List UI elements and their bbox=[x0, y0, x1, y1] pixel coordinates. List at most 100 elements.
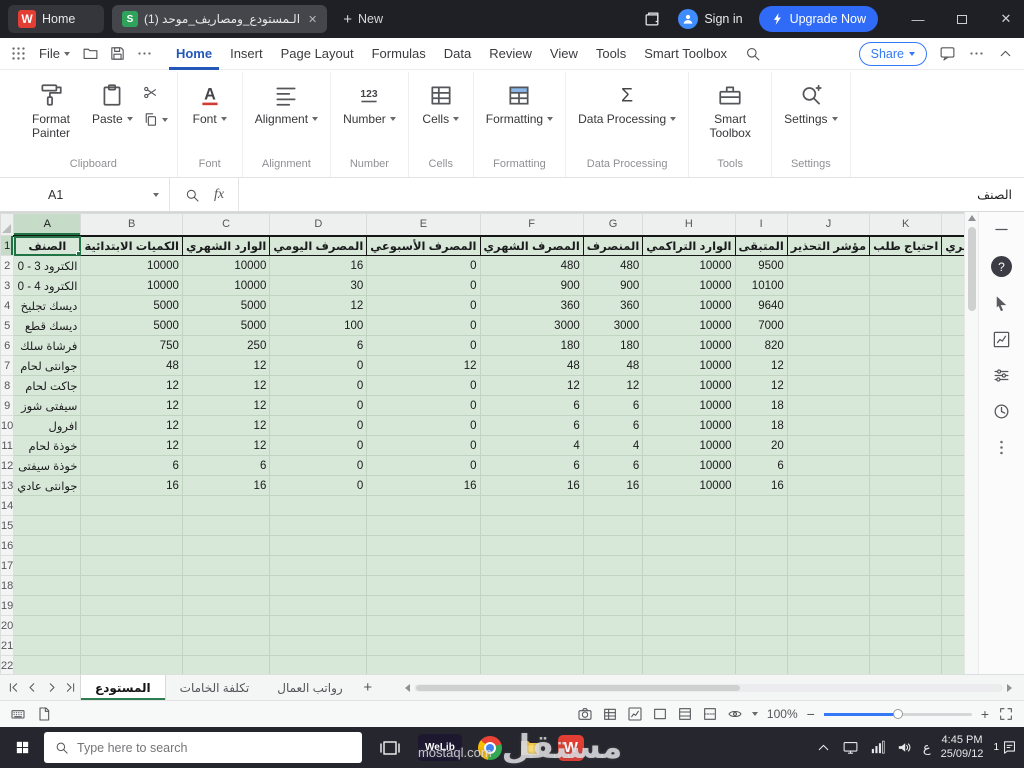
row-header-15[interactable]: 15 bbox=[1, 516, 14, 536]
cell-K12[interactable] bbox=[870, 456, 942, 476]
column-header-H[interactable]: H bbox=[643, 214, 735, 236]
cell-J14[interactable] bbox=[787, 496, 869, 516]
cell-C5[interactable]: 5000 bbox=[182, 316, 269, 336]
cell-E3[interactable]: 0 bbox=[367, 276, 480, 296]
cell-A15[interactable] bbox=[14, 516, 81, 536]
close-window-button[interactable]: ✕ bbox=[988, 0, 1024, 38]
cell-G22[interactable] bbox=[583, 656, 643, 675]
sheet-tab-1[interactable]: المستودع bbox=[80, 675, 166, 700]
row-header-5[interactable]: 5 bbox=[1, 316, 14, 336]
cell-I19[interactable] bbox=[735, 596, 787, 616]
cell-C2[interactable]: 10000 bbox=[182, 256, 269, 276]
cell-E15[interactable] bbox=[367, 516, 480, 536]
table-icon[interactable] bbox=[602, 706, 618, 722]
vertical-scrollbar[interactable] bbox=[964, 212, 978, 674]
menu-smart-toolbox[interactable]: Smart Toolbox bbox=[637, 38, 734, 70]
menu-tools[interactable]: Tools bbox=[589, 38, 633, 70]
cell-L15[interactable] bbox=[942, 516, 964, 536]
cell-E10[interactable]: 0 bbox=[367, 416, 480, 436]
cell-L17[interactable] bbox=[942, 556, 964, 576]
row-header-20[interactable]: 20 bbox=[1, 616, 14, 636]
file-menu[interactable]: File bbox=[37, 46, 72, 61]
row-header-14[interactable]: 14 bbox=[1, 496, 14, 516]
cell-H6[interactable]: 10000 bbox=[643, 336, 735, 356]
cell-K11[interactable] bbox=[870, 436, 942, 456]
cell-I11[interactable]: 20 bbox=[735, 436, 787, 456]
cell-D18[interactable] bbox=[270, 576, 367, 596]
cell-D2[interactable]: 16 bbox=[270, 256, 367, 276]
cell-J11[interactable] bbox=[787, 436, 869, 456]
cell-I15[interactable] bbox=[735, 516, 787, 536]
cell-H4[interactable]: 10000 bbox=[643, 296, 735, 316]
cell-E21[interactable] bbox=[367, 636, 480, 656]
menu-review[interactable]: Review bbox=[482, 38, 539, 70]
collapse-ribbon-icon[interactable] bbox=[997, 45, 1014, 62]
fit-screen-icon[interactable] bbox=[998, 706, 1014, 722]
cell-H21[interactable] bbox=[643, 636, 735, 656]
cell-L16[interactable] bbox=[942, 536, 964, 556]
view-layout-icon[interactable] bbox=[677, 706, 693, 722]
cell-J7[interactable] bbox=[787, 356, 869, 376]
cell-F6[interactable]: 180 bbox=[480, 336, 583, 356]
cell-G3[interactable]: 900 bbox=[583, 276, 643, 296]
scroll-right-icon[interactable] bbox=[1007, 684, 1012, 692]
welib-app-icon[interactable]: WeLib bbox=[418, 734, 462, 761]
display-icon[interactable] bbox=[842, 739, 859, 756]
cell-J22[interactable] bbox=[787, 656, 869, 675]
clock[interactable]: 4:45 PM 25/09/12 bbox=[941, 734, 984, 762]
cell-A19[interactable] bbox=[14, 596, 81, 616]
cell-L4[interactable]: 9640 bbox=[942, 296, 964, 316]
column-header-G[interactable]: G bbox=[583, 214, 643, 236]
view-break-icon[interactable] bbox=[702, 706, 718, 722]
cell-H2[interactable]: 10000 bbox=[643, 256, 735, 276]
cell-A12[interactable]: خوذة سيفتى bbox=[14, 456, 81, 476]
search-input[interactable] bbox=[77, 741, 352, 755]
column-header-K[interactable]: K bbox=[870, 214, 942, 236]
cell-H9[interactable]: 10000 bbox=[643, 396, 735, 416]
cell-J15[interactable] bbox=[787, 516, 869, 536]
cell-F16[interactable] bbox=[480, 536, 583, 556]
cell-L12[interactable]: 6 bbox=[942, 456, 964, 476]
vertical-scroll-thumb[interactable] bbox=[968, 227, 976, 311]
cell-E13[interactable]: 16 bbox=[367, 476, 480, 496]
cell-K9[interactable] bbox=[870, 396, 942, 416]
select-all-button[interactable] bbox=[1, 214, 14, 236]
cell-C13[interactable]: 16 bbox=[182, 476, 269, 496]
cell-F2[interactable]: 480 bbox=[480, 256, 583, 276]
close-document-icon[interactable]: ✕ bbox=[308, 13, 317, 26]
save-icon[interactable] bbox=[109, 45, 126, 62]
zoom-out-button[interactable]: − bbox=[807, 706, 815, 722]
menu-page-layout[interactable]: Page Layout bbox=[274, 38, 361, 70]
cell-G11[interactable]: 4 bbox=[583, 436, 643, 456]
cell-A11[interactable]: خوذة لحام bbox=[14, 436, 81, 456]
cell-I4[interactable]: 9640 bbox=[735, 296, 787, 316]
cell-C11[interactable]: 12 bbox=[182, 436, 269, 456]
cell-D10[interactable]: 0 bbox=[270, 416, 367, 436]
cell-E12[interactable]: 0 bbox=[367, 456, 480, 476]
cell-J9[interactable] bbox=[787, 396, 869, 416]
row-header-16[interactable]: 16 bbox=[1, 536, 14, 556]
taskbar-search[interactable] bbox=[44, 732, 362, 763]
cell-F9[interactable]: 6 bbox=[480, 396, 583, 416]
cell-J12[interactable] bbox=[787, 456, 869, 476]
cell-C4[interactable]: 5000 bbox=[182, 296, 269, 316]
cell-B13[interactable]: 16 bbox=[81, 476, 183, 496]
cell-A22[interactable] bbox=[14, 656, 81, 675]
column-header-D[interactable]: D bbox=[270, 214, 367, 236]
cell-F14[interactable] bbox=[480, 496, 583, 516]
cell-K22[interactable] bbox=[870, 656, 942, 675]
cell-H22[interactable] bbox=[643, 656, 735, 675]
cell-I12[interactable]: 6 bbox=[735, 456, 787, 476]
cell-L10[interactable]: 18 bbox=[942, 416, 964, 436]
cell-K2[interactable] bbox=[870, 256, 942, 276]
paste-button[interactable]: Paste bbox=[89, 78, 136, 130]
column-header-B[interactable]: B bbox=[81, 214, 183, 236]
cell-F10[interactable]: 6 bbox=[480, 416, 583, 436]
cell-K8[interactable] bbox=[870, 376, 942, 396]
row-header-7[interactable]: 7 bbox=[1, 356, 14, 376]
menu-formulas[interactable]: Formulas bbox=[365, 38, 433, 70]
help-icon[interactable]: ? bbox=[991, 256, 1012, 277]
more-commands-icon[interactable] bbox=[136, 45, 153, 62]
next-sheet-icon[interactable] bbox=[44, 680, 59, 695]
cell-E6[interactable]: 0 bbox=[367, 336, 480, 356]
